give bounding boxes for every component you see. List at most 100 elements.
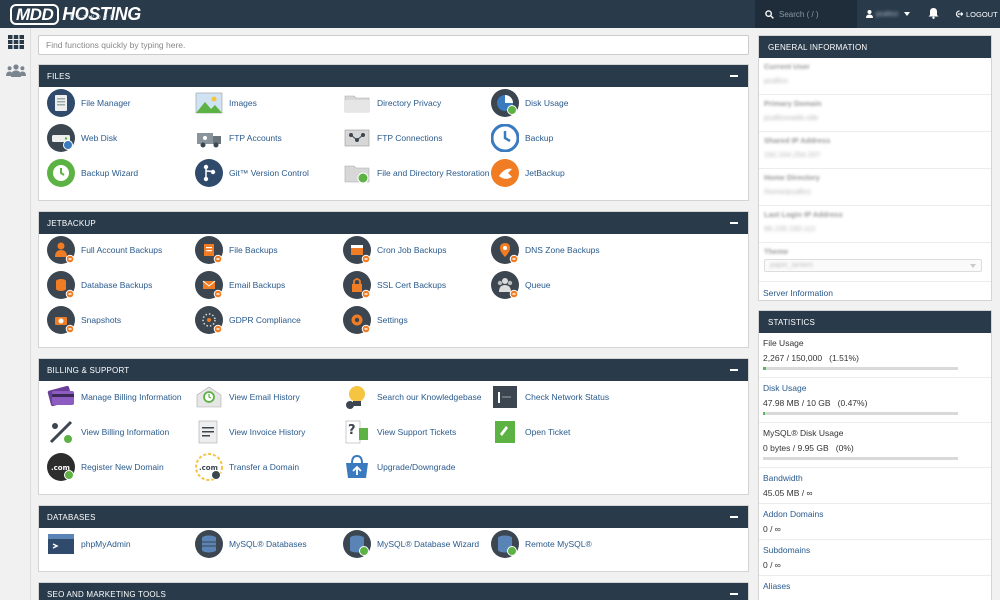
snapshots-link[interactable]: Snapshots: [47, 306, 195, 334]
backup-link[interactable]: Backup: [490, 123, 639, 153]
user-menu[interactable]: pcafico: [858, 0, 920, 28]
disk-usage-link[interactable]: Disk Usage: [491, 89, 639, 117]
mdd-hosting-logo[interactable]: MDD HOSTING: [10, 3, 141, 25]
collapse-icon[interactable]: [730, 593, 738, 595]
phpmyadmin-link[interactable]: phpMyAdmin: [47, 530, 195, 558]
statistic-title[interactable]: Aliases: [763, 581, 987, 591]
jetbackup-panel-header[interactable]: JETBACKUP: [39, 212, 748, 234]
statistic-title[interactable]: Disk Usage: [763, 383, 987, 393]
database-backups-icon: [47, 271, 75, 299]
logout-label: LOGOUT: [966, 9, 998, 19]
ftp-connections-icon: [343, 124, 371, 152]
transfer-domain-icon: .com: [195, 453, 223, 481]
chevron-down-icon: [970, 264, 976, 268]
item-label: Cron Job Backups: [377, 245, 447, 255]
quick-find-input[interactable]: [38, 35, 749, 55]
backup-wizard-icon: [47, 159, 75, 187]
web-disk-link[interactable]: Web Disk: [47, 124, 195, 152]
snapshots-icon: [47, 306, 75, 334]
dns-zone-backups-link[interactable]: DNS Zone Backups: [491, 236, 639, 264]
panel-title: BILLING & SUPPORT: [47, 365, 130, 375]
open-ticket-link[interactable]: Open Ticket: [491, 418, 639, 446]
cron-job-backups-link[interactable]: Cron Job Backups: [343, 236, 491, 264]
file-manager-link[interactable]: File Manager: [47, 89, 195, 117]
network-status-link[interactable]: Check Network Status: [491, 383, 639, 411]
statistic-title[interactable]: Bandwidth: [763, 473, 987, 483]
collapse-icon[interactable]: [730, 369, 738, 371]
collapse-icon[interactable]: [730, 75, 738, 77]
lightbulb-link[interactable]: Search our Knowledgebase: [343, 383, 491, 411]
seo-marketing-panel-header[interactable]: SEO AND MARKETING TOOLS: [39, 583, 748, 600]
ftp-connections-link[interactable]: FTP Connections: [343, 124, 491, 152]
theme-select[interactable]: paper_lantern: [764, 259, 982, 272]
backup-wizard-link[interactable]: Backup Wizard: [47, 159, 195, 187]
item-label: Web Disk: [81, 133, 118, 143]
left-rail: [0, 28, 31, 600]
server-information-link[interactable]: Server Information: [759, 282, 991, 304]
transfer-domain-link[interactable]: .com Transfer a Domain: [195, 453, 343, 481]
item-label: Backup Wizard: [81, 168, 139, 178]
statistic-title: MySQL® Disk Usage: [763, 428, 844, 438]
support-tickets-link[interactable]: ? View Support Tickets: [343, 418, 491, 446]
statistic-title[interactable]: Subdomains: [763, 545, 987, 555]
general-info-header: GENERAL INFORMATION: [759, 36, 991, 58]
restore-folder-link[interactable]: File and Directory Restoration: [343, 159, 491, 187]
email-history-link[interactable]: View Email History: [195, 383, 343, 411]
statistics-panel: STATISTICS File Usage 2,267 / 150,000 (1.…: [758, 310, 992, 600]
file-backups-link[interactable]: File Backups: [195, 236, 343, 264]
settings-link[interactable]: Settings: [343, 306, 491, 334]
ftp-accounts-link[interactable]: FTP Accounts: [195, 124, 343, 152]
item-label: Transfer a Domain: [229, 462, 300, 472]
item-label: MySQL® Database Wizard: [377, 539, 480, 549]
jetbackup-panel: JETBACKUP Full Account Backups File Backu…: [38, 211, 749, 348]
gdpr-link[interactable]: GDPR Compliance: [195, 306, 343, 334]
queue-icon: [491, 271, 519, 299]
bell-icon[interactable]: [928, 7, 939, 19]
info-label: Primary Domain: [764, 99, 822, 108]
queue-link[interactable]: Queue: [491, 271, 639, 299]
info-row: Shared IP Address 192.244.254.207: [759, 132, 991, 169]
mysql-databases-link[interactable]: MySQL® Databases: [195, 530, 343, 558]
item-label: Queue: [525, 280, 551, 290]
git-link[interactable]: Git™ Version Control: [195, 159, 343, 187]
info-label: Shared IP Address: [764, 136, 831, 145]
backup-icon: [490, 123, 520, 153]
full-account-backups-link[interactable]: Full Account Backups: [47, 236, 195, 264]
ssl-cert-backups-link[interactable]: SSL Cert Backups: [343, 271, 491, 299]
folder-link[interactable]: Directory Privacy: [343, 89, 491, 117]
remote-mysql-link[interactable]: Remote MySQL®: [491, 530, 639, 558]
billing-support-panel-header[interactable]: BILLING & SUPPORT: [39, 359, 748, 381]
usage-progress-bar: [763, 367, 958, 370]
upgrade-link[interactable]: Upgrade/Downgrade: [343, 453, 491, 481]
ssl-cert-backups-icon: [343, 271, 371, 299]
item-label: JetBackup: [525, 168, 565, 178]
logout-button[interactable]: LOGOUT: [955, 0, 998, 28]
collapse-icon[interactable]: [730, 516, 738, 518]
item-label: Database Backups: [81, 280, 153, 290]
search-input[interactable]: [779, 9, 849, 19]
info-value: pcaficonado.site: [764, 113, 819, 122]
files-panel-header[interactable]: FILES: [39, 65, 748, 87]
register-domain-link[interactable]: .com Register New Domain: [47, 453, 195, 481]
statistic-value: 0 / ∞: [763, 524, 781, 534]
email-history-icon: [195, 383, 223, 411]
statistics-rows: File Usage 2,267 / 150,000 (1.51%) Disk Us…: [759, 333, 991, 600]
images-link[interactable]: Images: [195, 89, 343, 117]
jetbackup-link[interactable]: JetBackup: [491, 159, 639, 187]
mysql-wizard-link[interactable]: MySQL® Database Wizard: [343, 530, 491, 558]
invoice-link[interactable]: View Invoice History: [195, 418, 343, 446]
info-row: Home Directory /home/pcafico: [759, 169, 991, 206]
database-backups-link[interactable]: Database Backups: [47, 271, 195, 299]
collapse-icon[interactable]: [730, 222, 738, 224]
statistic-title[interactable]: Addon Domains: [763, 509, 987, 519]
email-backups-link[interactable]: Email Backups: [195, 271, 343, 299]
databases-panel-header[interactable]: DATABASES: [39, 506, 748, 528]
grid-icon[interactable]: [8, 35, 24, 49]
users-icon[interactable]: [6, 64, 26, 77]
item-label: Register New Domain: [81, 462, 164, 472]
folder-icon: [343, 89, 371, 117]
item-label: Full Account Backups: [81, 245, 163, 255]
logo-mark: MDD: [10, 3, 60, 25]
billing-info-link[interactable]: View Billing Information: [47, 418, 195, 446]
credit-card-link[interactable]: Manage Billing Information: [47, 383, 195, 411]
